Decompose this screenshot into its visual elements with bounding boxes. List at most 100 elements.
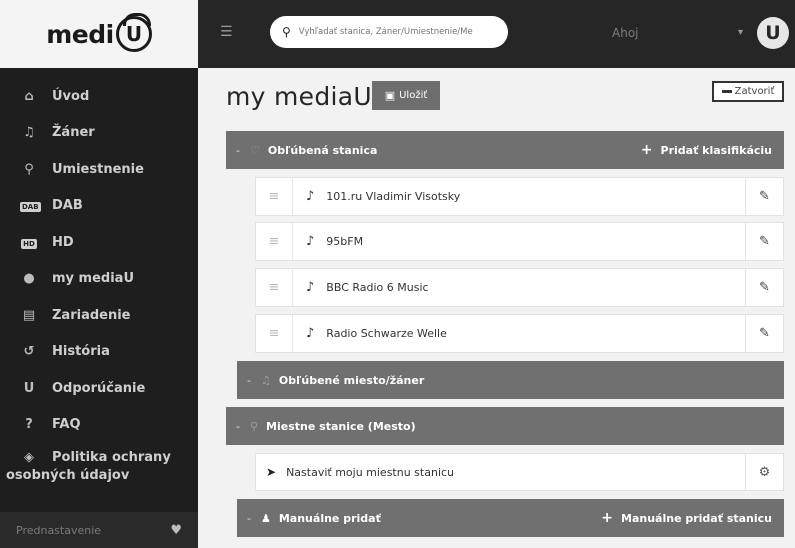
music-note-icon: ♪ (306, 234, 315, 249)
sidebar-item-my-mediau[interactable]: ● my mediaU (0, 261, 198, 298)
hd-badge-icon: HD (21, 238, 37, 249)
collapse-icon[interactable]: - (236, 420, 240, 433)
station-row[interactable]: ≡ ♪ 95bFM ✎ (255, 222, 784, 261)
plus-icon: + (640, 142, 653, 158)
station-row[interactable]: ≡ ♪ Radio Schwarze Welle ✎ (255, 314, 784, 353)
sidebar-item-label: HD (52, 234, 74, 250)
shield-icon: ◈ (24, 450, 34, 465)
sidebar-item-label: FAQ (52, 417, 81, 433)
save-button[interactable]: ▣ Uložiť (372, 81, 440, 110)
sidebar-item-dab[interactable]: DAB DAB (0, 188, 198, 225)
dab-badge-icon: DAB (20, 202, 41, 213)
manual-add-header[interactable]: - ♟ Manuálne pridať + Manuálne pridať st… (237, 499, 784, 537)
sidebar-item-privacy[interactable]: ◈ Politika ochrany osobných údajov (0, 443, 198, 495)
sidebar-item-label: my mediaU (52, 271, 134, 287)
set-local-station-label[interactable]: Nastaviť moju miestnu stanicu (286, 466, 745, 479)
sidebar-item-label-line2: osobných údajov (6, 468, 130, 483)
sidebar-item-zaner[interactable]: ♫ Žáner (0, 115, 198, 152)
floppy-icon: ▣ (384, 89, 396, 102)
sidebar-item-label: História (52, 344, 110, 360)
pencil-icon[interactable]: ✎ (745, 223, 783, 260)
chevron-down-icon[interactable]: ▾ (738, 27, 743, 38)
section-title: Obľúbené miesto/žáner (278, 373, 425, 387)
music-note-icon: ♪ (306, 280, 315, 295)
add-classification-button[interactable]: + Pridať klasifikáciu (641, 131, 772, 169)
sidebar-item-label: Zariadenie (52, 307, 131, 323)
close-button[interactable]: Zatvoriť (712, 81, 784, 102)
sidebar: medi U ⌂ Úvod ♫ Žáner ⚲ Umiestnenie DAB D… (0, 0, 198, 548)
sidebar-item-label: Žáner (52, 125, 95, 141)
music-note-icon: ♪ (306, 189, 315, 204)
section-title: Miestne stanice (Mesto) (266, 419, 416, 433)
logo-text: medi (46, 19, 114, 49)
drag-handle-icon[interactable]: ≡ (256, 178, 293, 215)
heart-icon: ♥ (170, 522, 182, 538)
pencil-icon[interactable]: ✎ (745, 269, 783, 306)
location-pin-icon: ⚲ (249, 419, 259, 433)
radio-device-icon: ▤ (22, 307, 36, 323)
manual-add-station-label: Manuálne pridať stanicu (621, 511, 772, 525)
sidebar-item-label: DAB (52, 198, 83, 214)
close-button-label: Zatvoriť (734, 86, 775, 97)
sidebar-footer-presets[interactable]: Prednastavenie ♥ (0, 512, 198, 548)
collapse-icon[interactable]: - (236, 144, 240, 157)
heart-icon: ♡ (249, 143, 260, 157)
music-note-icon: ♫ (23, 125, 35, 141)
music-note-icon: ♫ (260, 373, 271, 387)
collapse-icon[interactable]: - (247, 512, 251, 525)
plus-icon: + (601, 510, 614, 526)
station-name[interactable]: Radio Schwarze Welle (326, 327, 745, 340)
question-icon: ? (25, 417, 33, 433)
recommend-icon: U (23, 380, 35, 396)
sidebar-item-zariadenie[interactable]: ▤ Zariadenie (0, 297, 198, 334)
manual-add-station-button[interactable]: + Manuálne pridať stanicu (601, 499, 772, 537)
save-button-label: Uložiť (399, 90, 428, 101)
drag-handle-icon[interactable]: ≡ (256, 315, 293, 352)
logo-area: medi U (0, 0, 198, 68)
menu-toggle-icon[interactable]: ☰ (220, 24, 233, 40)
music-note-icon: ♪ (306, 326, 315, 341)
location-pin-icon: ⚲ (24, 161, 34, 177)
sidebar-item-faq[interactable]: ? FAQ (0, 407, 198, 444)
station-row[interactable]: ≡ ♪ BBC Radio 6 Music ✎ (255, 268, 784, 307)
sidebar-item-label: Umiestnenie (52, 161, 144, 177)
location-arrow-icon: ➤ (266, 465, 277, 479)
avatar[interactable]: U (757, 17, 789, 49)
collapse-icon[interactable]: - (247, 374, 251, 387)
mediau-logo-icon: ● (23, 271, 35, 287)
sidebar-item-odporucanie[interactable]: U Odporúčanie (0, 370, 198, 407)
page-title: my mediaU (226, 82, 372, 111)
station-name[interactable]: 101.ru Vladimir Visotsky (326, 190, 745, 203)
sidebar-item-umiestnenie[interactable]: ⚲ Umiestnenie (0, 151, 198, 188)
search-icon: ⚲ (282, 25, 291, 39)
sidebar-item-uvod[interactable]: ⌂ Úvod (0, 78, 198, 115)
sidebar-item-historia[interactable]: ↺ História (0, 334, 198, 371)
search-box[interactable]: ⚲ (270, 16, 508, 48)
mediau-logo[interactable]: medi U (46, 13, 152, 52)
pencil-icon[interactable]: ✎ (745, 178, 783, 215)
drag-handle-icon[interactable]: ≡ (256, 223, 293, 260)
minus-icon (721, 90, 732, 93)
sidebar-nav: ⌂ Úvod ♫ Žáner ⚲ Umiestnenie DAB DAB HD … (0, 68, 198, 495)
sidebar-item-hd[interactable]: HD HD (0, 224, 198, 261)
section-title: Manuálne pridať (278, 511, 381, 525)
sidebar-item-label: Politika ochrany (52, 450, 171, 465)
local-stations-header[interactable]: - ⚲ Miestne stanice (Mesto) (226, 407, 784, 445)
history-icon: ↺ (23, 344, 35, 360)
pencil-icon[interactable]: ✎ (745, 315, 783, 352)
favorite-places-header[interactable]: - ♫ Obľúbené miesto/žáner (237, 361, 784, 399)
home-icon: ⌂ (24, 88, 34, 104)
favorite-stations-header[interactable]: - ♡ Obľúbená stanica + Pridať klasifikác… (226, 131, 784, 169)
set-local-station-row[interactable]: ➤ Nastaviť moju miestnu stanicu ⚙ (255, 453, 784, 491)
add-classification-label: Pridať klasifikáciu (660, 143, 772, 157)
logo-headphones-icon: U (115, 13, 152, 52)
search-input[interactable] (298, 27, 499, 37)
station-name[interactable]: 95bFM (326, 235, 745, 248)
sidebar-item-label: Odporúčanie (52, 380, 146, 396)
station-name[interactable]: BBC Radio 6 Music (326, 281, 745, 294)
section-title: Obľúbená stanica (267, 143, 378, 157)
station-row[interactable]: ≡ ♪ 101.ru Vladimir Visotsky ✎ (255, 177, 784, 216)
gear-icon[interactable]: ⚙ (745, 454, 783, 490)
user-icon: ♟ (260, 511, 271, 525)
drag-handle-icon[interactable]: ≡ (256, 269, 293, 306)
